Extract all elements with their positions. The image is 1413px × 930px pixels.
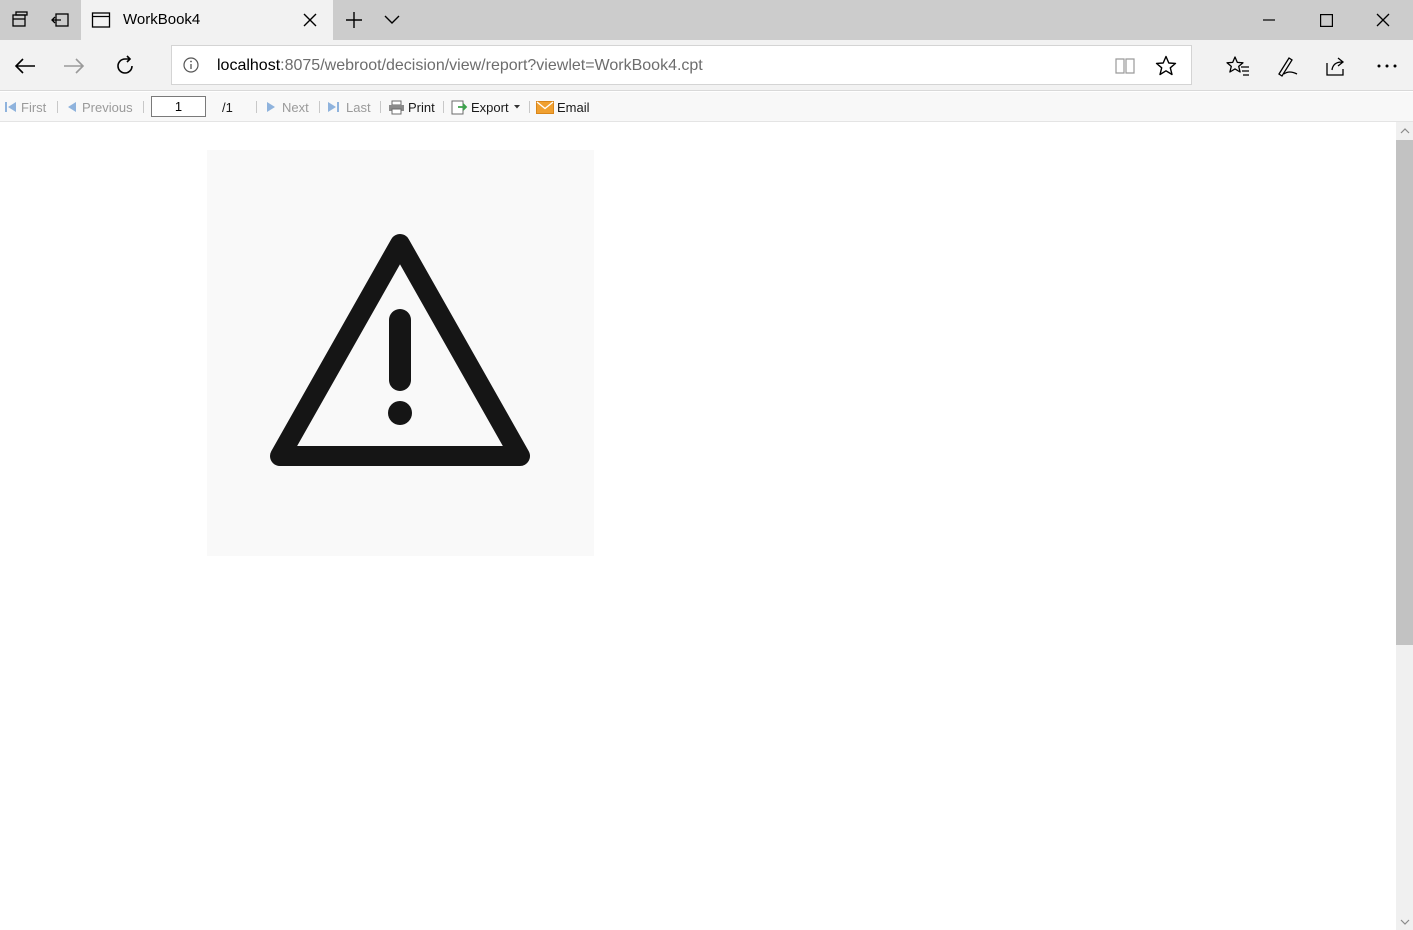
- last-page-icon: [328, 102, 339, 112]
- tab-list-chevron-down-icon[interactable]: [378, 6, 406, 34]
- next-page-label: Next: [282, 99, 309, 115]
- scroll-up-arrow-icon[interactable]: [1396, 122, 1413, 139]
- address-host: localhost: [217, 57, 281, 74]
- notes-pen-icon[interactable]: [1271, 50, 1303, 82]
- minimize-icon[interactable]: [1241, 0, 1297, 40]
- close-window-icon[interactable]: [1355, 0, 1411, 40]
- export-icon: [451, 100, 468, 115]
- toolbar-divider: [319, 101, 320, 113]
- browser-titlebar: WorkBook4: [0, 0, 1413, 40]
- print-label: Print: [408, 99, 435, 115]
- previous-page-button[interactable]: Previous: [66, 99, 133, 115]
- favorites-list-icon[interactable]: [1222, 50, 1254, 82]
- tab-manager-icon[interactable]: [6, 6, 34, 34]
- address-url[interactable]: localhost:8075/webroot/decision/view/rep…: [217, 57, 703, 75]
- email-label: Email: [557, 99, 590, 115]
- print-button[interactable]: Print: [388, 99, 435, 115]
- report-toolbar: First Previous /1 Next Last Print Export…: [0, 92, 1413, 122]
- previous-page-icon: [68, 102, 76, 112]
- next-page-button[interactable]: Next: [265, 99, 309, 115]
- maximize-icon[interactable]: [1298, 0, 1354, 40]
- page-total: /1: [222, 99, 233, 115]
- next-page-icon: [267, 102, 275, 112]
- first-page-label: First: [21, 99, 47, 115]
- address-path: :8075/webroot/decision/view/report?viewl…: [280, 57, 703, 74]
- address-bar[interactable]: localhost:8075/webroot/decision/view/rep…: [171, 45, 1192, 85]
- browser-tab-active[interactable]: WorkBook4: [81, 0, 333, 40]
- caret-down-icon: [513, 105, 520, 109]
- toolbar-divider: [380, 101, 381, 113]
- export-dropdown-button[interactable]: Export: [451, 99, 521, 115]
- toolbar-divider: [443, 101, 444, 113]
- envelope-icon: [536, 100, 554, 114]
- report-content-area: [0, 122, 1396, 930]
- printer-icon: [389, 100, 404, 114]
- warning-image-box: [207, 150, 594, 556]
- set-aside-tabs-icon[interactable]: [46, 6, 74, 34]
- new-tab-plus-icon[interactable]: [340, 6, 368, 34]
- page-number-input[interactable]: [151, 96, 206, 117]
- tab-close-icon[interactable]: [299, 9, 321, 31]
- forward-arrow-icon[interactable]: [58, 50, 90, 82]
- site-info-icon[interactable]: [182, 56, 200, 74]
- first-page-button[interactable]: First: [4, 99, 46, 115]
- tab-title: WorkBook4: [123, 11, 201, 28]
- warning-triangle-icon: [270, 234, 530, 466]
- share-icon[interactable]: [1320, 50, 1352, 82]
- toolbar-divider: [256, 101, 257, 113]
- last-page-label: Last: [346, 99, 371, 115]
- scrollbar-thumb[interactable]: [1396, 140, 1413, 645]
- first-page-icon: [5, 102, 16, 112]
- page-icon: [91, 12, 111, 28]
- email-button[interactable]: Email: [536, 99, 590, 115]
- toolbar-divider: [529, 101, 530, 113]
- toolbar-divider: [143, 101, 144, 113]
- export-label: Export: [471, 99, 509, 115]
- reading-view-book-icon[interactable]: [1114, 55, 1136, 77]
- back-arrow-icon[interactable]: [9, 50, 41, 82]
- scroll-down-arrow-icon[interactable]: [1396, 913, 1413, 930]
- previous-page-label: Previous: [82, 99, 133, 115]
- favorite-star-icon[interactable]: [1154, 54, 1178, 78]
- refresh-icon[interactable]: [109, 50, 141, 82]
- last-page-button[interactable]: Last: [327, 99, 371, 115]
- browser-navbar: localhost:8075/webroot/decision/view/rep…: [0, 40, 1413, 91]
- vertical-scrollbar[interactable]: [1396, 122, 1413, 930]
- toolbar-divider: [57, 101, 58, 113]
- more-ellipsis-icon[interactable]: [1371, 50, 1403, 82]
